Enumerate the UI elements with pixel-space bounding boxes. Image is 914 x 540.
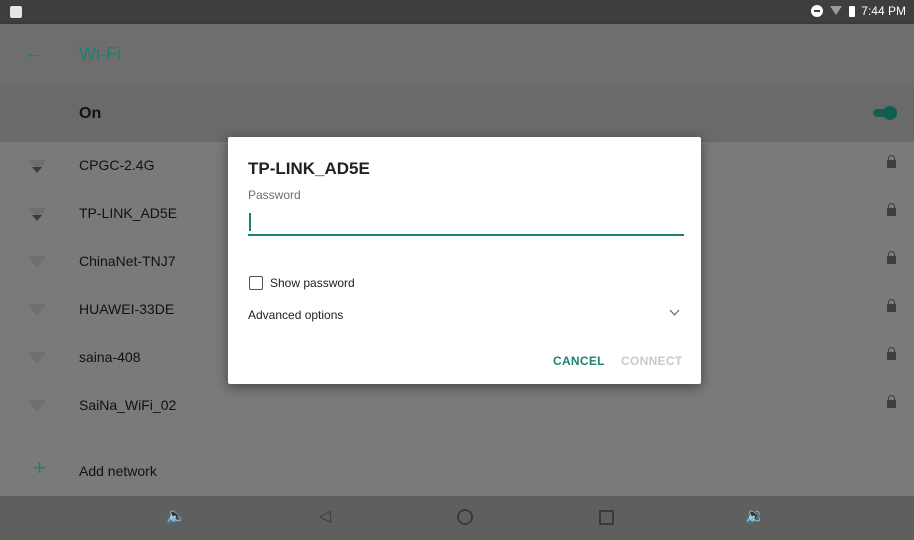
- wifi-signal-icon: [28, 256, 46, 268]
- gallery-notification-icon: [10, 6, 22, 18]
- page-title: Wi-Fi: [79, 44, 121, 64]
- network-name: ChinaNet-TNJ7: [79, 253, 176, 269]
- dialog-title: TP-LINK_AD5E: [248, 159, 370, 178]
- chevron-down-icon[interactable]: [669, 305, 680, 316]
- wifi-signal-icon: [28, 352, 46, 364]
- network-name: CPGC-2.4G: [79, 157, 155, 173]
- wifi-signal-icon: [28, 304, 46, 316]
- wifi-password-dialog: TP-LINK_AD5E Password Show password Adva…: [228, 137, 701, 384]
- wifi-toggle-switch[interactable]: [873, 106, 897, 120]
- password-label: Password: [248, 188, 301, 202]
- nav-recents-icon[interactable]: [596, 507, 616, 527]
- status-icons: 7:44 PM: [811, 4, 906, 18]
- network-name: TP-LINK_AD5E: [79, 205, 178, 221]
- do-not-disturb-icon: [811, 5, 824, 17]
- volume-down-icon[interactable]: 🔈: [166, 507, 186, 527]
- wifi-signal-icon: [28, 400, 46, 412]
- text-cursor: [249, 213, 251, 231]
- wifi-toggle-row[interactable]: On: [0, 84, 914, 142]
- connect-button[interactable]: CONNECT: [621, 354, 682, 368]
- switch-thumb: [883, 106, 897, 120]
- network-name: SaiNa_WiFi_02: [79, 397, 177, 413]
- add-network-row[interactable]: + Add network: [0, 450, 914, 490]
- navigation-bar: 🔈 ◁ 🔉: [0, 496, 914, 540]
- plus-icon: +: [33, 455, 46, 480]
- show-password-checkbox[interactable]: [249, 276, 263, 290]
- add-network-label: Add network: [79, 463, 157, 479]
- back-arrow-icon[interactable]: ←: [24, 42, 44, 65]
- lock-icon: [887, 155, 896, 168]
- status-time: 7:44 PM: [861, 4, 906, 18]
- lock-icon: [887, 251, 896, 264]
- advanced-options-label[interactable]: Advanced options: [248, 308, 343, 322]
- nav-back-icon[interactable]: ◁: [315, 507, 335, 527]
- wifi-signal-icon: [28, 208, 46, 221]
- network-name: HUAWEI-33DE: [79, 301, 175, 317]
- network-name: saina-408: [79, 349, 141, 365]
- nav-home-icon[interactable]: [455, 507, 475, 527]
- show-password-label[interactable]: Show password: [270, 276, 355, 290]
- lock-icon: [887, 299, 896, 312]
- status-bar: 7:44 PM: [0, 0, 914, 24]
- lock-icon: [887, 347, 896, 360]
- wifi-status-icon: [829, 5, 843, 17]
- lock-icon: [887, 203, 896, 216]
- lock-icon: [887, 395, 896, 408]
- battery-icon: [849, 5, 856, 17]
- wifi-signal-icon: [28, 160, 46, 173]
- app-bar: ← Wi-Fi: [0, 24, 914, 84]
- cancel-button[interactable]: CANCEL: [553, 354, 605, 368]
- volume-up-icon[interactable]: 🔉: [745, 507, 765, 527]
- network-item[interactable]: SaiNa_WiFi_02: [0, 382, 914, 430]
- password-input[interactable]: [248, 210, 684, 236]
- wifi-toggle-label: On: [79, 105, 102, 122]
